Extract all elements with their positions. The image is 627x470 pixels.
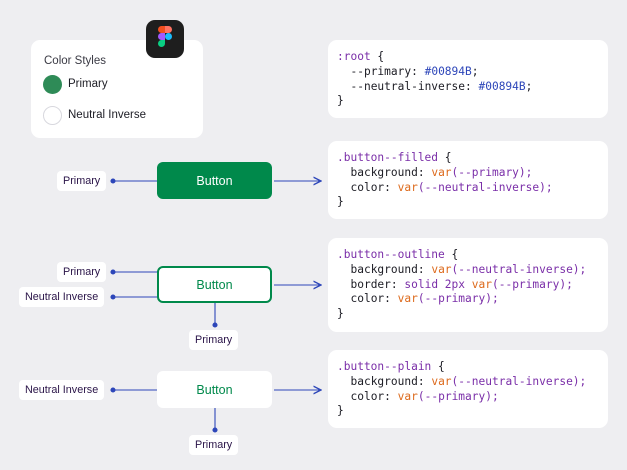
outline-button[interactable]: Button bbox=[157, 266, 272, 303]
plain-neutral-inverse-tag: Neutral Inverse bbox=[19, 380, 105, 400]
outline-bottom-primary-tag: Primary bbox=[189, 330, 239, 350]
outline-neutral-inverse-tag: Neutral Inverse bbox=[19, 287, 105, 307]
plain-bottom-primary-tag: Primary bbox=[189, 435, 239, 455]
plain-button[interactable]: Button bbox=[157, 371, 272, 408]
filled-primary-tag: Primary bbox=[57, 171, 107, 191]
outline-primary-tag: Primary bbox=[57, 262, 107, 282]
filled-button[interactable]: Button bbox=[157, 162, 272, 199]
